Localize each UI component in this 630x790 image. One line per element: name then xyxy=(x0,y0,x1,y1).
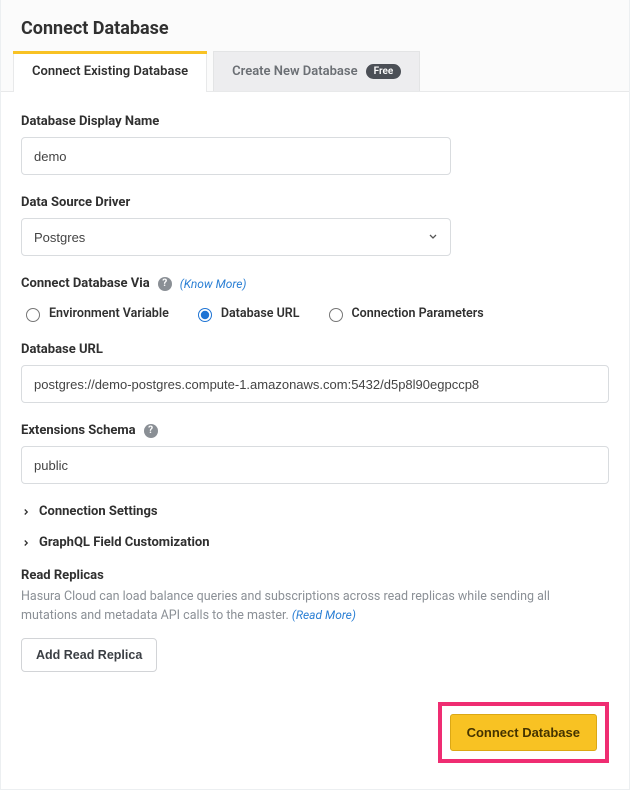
display-name-input[interactable] xyxy=(21,137,451,175)
radio-database-url[interactable]: Database URL xyxy=(193,305,300,322)
read-replicas-desc-text: Hasura Cloud can load balance queries an… xyxy=(21,589,550,623)
ext-schema-input[interactable] xyxy=(21,446,609,484)
graphql-customization-toggle[interactable]: GraphQL Field Customization xyxy=(21,535,609,550)
radio-conn-params-input[interactable] xyxy=(329,308,343,322)
connect-database-button[interactable]: Connect Database xyxy=(450,714,597,751)
help-icon: ? xyxy=(144,424,158,438)
tab-label: Create New Database xyxy=(232,64,357,79)
connect-via-label: Connect Database Via xyxy=(21,276,150,291)
highlight-frame: Connect Database xyxy=(438,702,609,763)
tab-label: Connect Existing Database xyxy=(32,64,188,79)
read-replicas-title: Read Replicas xyxy=(21,568,609,583)
driver-label: Data Source Driver xyxy=(21,195,130,210)
db-url-group: Database URL xyxy=(21,342,609,403)
connect-via-group: Connect Database Via ? (Know More) Envir… xyxy=(21,276,609,322)
know-more-link[interactable]: (Know More) xyxy=(180,277,247,291)
radio-label: Database URL xyxy=(221,306,300,321)
expand-label: Connection Settings xyxy=(39,504,158,519)
db-url-label: Database URL xyxy=(21,342,103,357)
radio-conn-params[interactable]: Connection Parameters xyxy=(324,305,484,322)
connection-settings-toggle[interactable]: Connection Settings xyxy=(21,504,609,519)
radio-label: Environment Variable xyxy=(49,306,169,321)
ext-schema-group: Extensions Schema ? xyxy=(21,423,609,484)
form-content: Database Display Name Data Source Driver… xyxy=(1,92,629,789)
db-url-input[interactable] xyxy=(21,365,609,403)
page-title: Connect Database xyxy=(1,0,629,51)
radio-env-var[interactable]: Environment Variable xyxy=(21,305,169,322)
display-name-group: Database Display Name xyxy=(21,114,609,175)
driver-group: Data Source Driver Postgres xyxy=(21,195,609,256)
free-badge: Free xyxy=(366,64,402,79)
add-read-replica-button[interactable]: Add Read Replica xyxy=(21,638,157,672)
read-more-link[interactable]: (Read More) xyxy=(292,608,356,622)
help-icon: ? xyxy=(158,277,172,291)
chevron-right-icon xyxy=(21,538,31,548)
driver-select[interactable]: Postgres xyxy=(21,218,451,256)
expand-label: GraphQL Field Customization xyxy=(39,535,210,550)
radio-env-var-input[interactable] xyxy=(26,308,40,322)
read-replicas-desc: Hasura Cloud can load balance queries an… xyxy=(21,587,609,626)
form-footer: Connect Database xyxy=(21,672,609,763)
ext-schema-label: Extensions Schema xyxy=(21,423,136,438)
display-name-label: Database Display Name xyxy=(21,114,159,129)
tab-connect-existing[interactable]: Connect Existing Database xyxy=(13,51,207,91)
connect-database-page: Connect Database Connect Existing Databa… xyxy=(0,0,630,790)
chevron-right-icon xyxy=(21,507,31,517)
radio-database-url-input[interactable] xyxy=(198,308,212,322)
tab-create-new[interactable]: Create New Database Free xyxy=(213,51,420,91)
connect-via-radios: Environment Variable Database URL Connec… xyxy=(21,305,609,322)
radio-label: Connection Parameters xyxy=(352,306,484,321)
tabs: Connect Existing Database Create New Dat… xyxy=(1,51,629,92)
